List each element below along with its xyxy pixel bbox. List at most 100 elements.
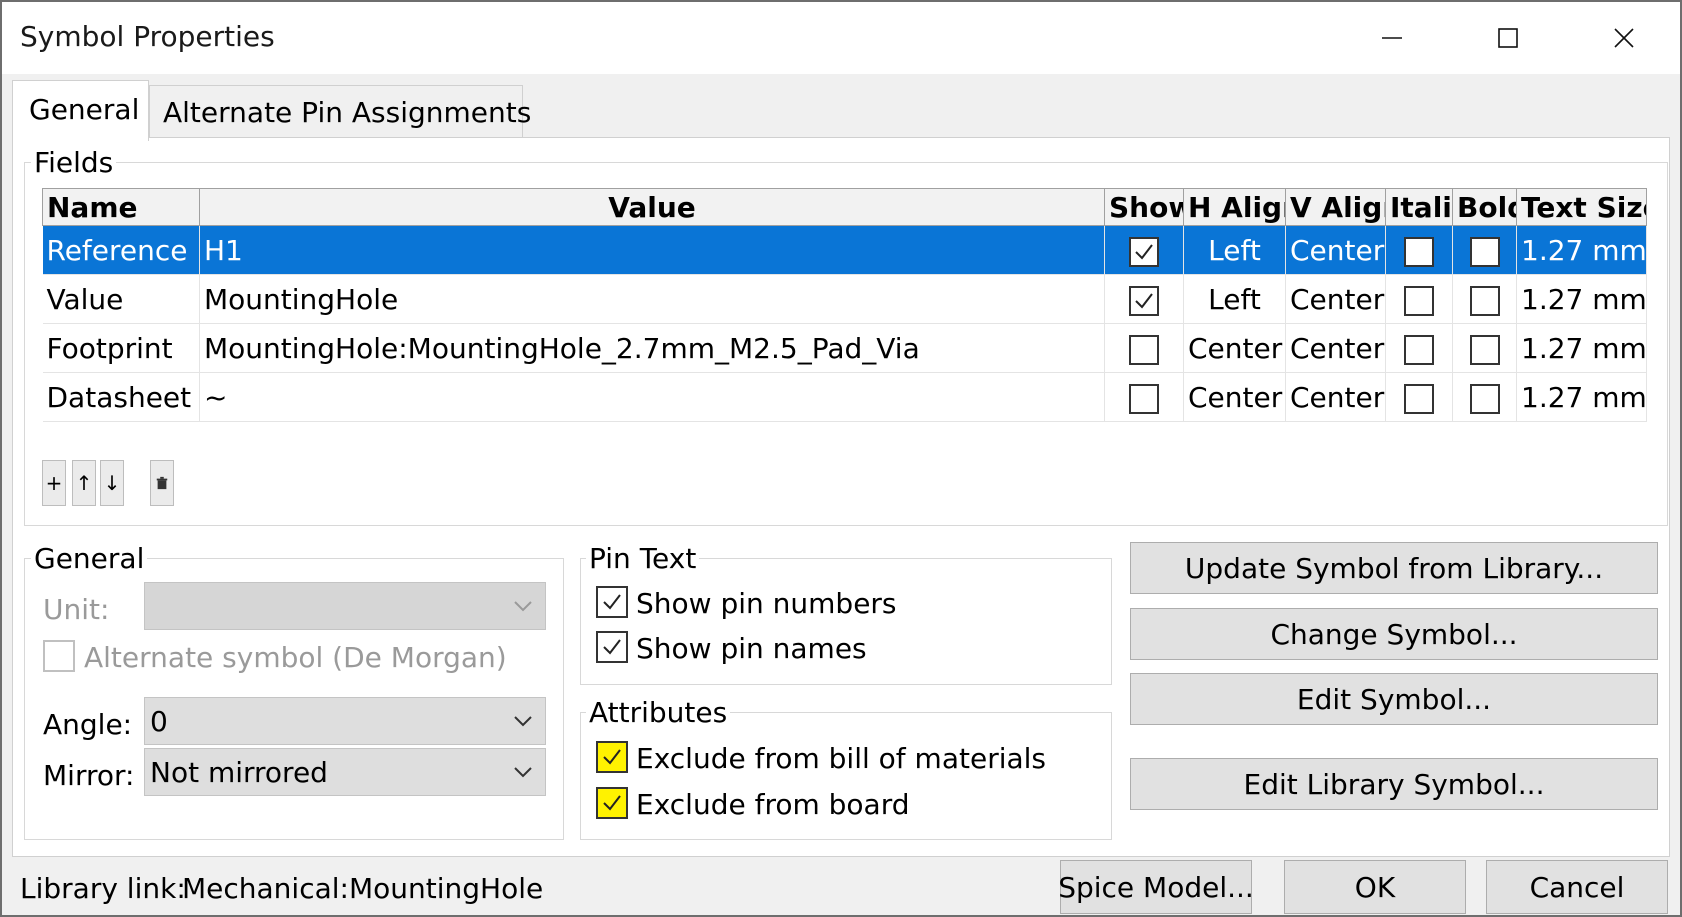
exclude-board-checkbox[interactable] bbox=[596, 787, 628, 819]
minimize-button[interactable] bbox=[1334, 2, 1450, 74]
pin-text-group-label: Pin Text bbox=[586, 542, 700, 575]
text-size-cell[interactable]: 1.27 mm bbox=[1516, 372, 1647, 422]
show-pin-numbers-label: Show pin numbers bbox=[636, 587, 897, 620]
italic-checkbox[interactable] bbox=[1404, 236, 1434, 267]
pin-text-group bbox=[580, 558, 1112, 685]
column-header-name[interactable]: Name bbox=[42, 188, 200, 226]
h-align-cell[interactable]: Left bbox=[1183, 274, 1286, 324]
table-row[interactable]: Datasheet ~ Center Center 1.27 mm bbox=[42, 372, 1647, 422]
field-value-cell[interactable]: H1 bbox=[199, 225, 1105, 275]
bold-checkbox[interactable] bbox=[1469, 236, 1500, 267]
column-header-italic[interactable]: Italic bbox=[1385, 188, 1453, 226]
angle-value: 0 bbox=[150, 705, 168, 738]
checkmark-icon bbox=[603, 594, 621, 610]
bold-checkbox[interactable] bbox=[1469, 334, 1500, 365]
close-button[interactable] bbox=[1566, 2, 1682, 74]
field-value-cell[interactable]: MountingHole:MountingHole_2.7mm_M2.5_Pad… bbox=[199, 323, 1105, 373]
table-row[interactable]: Reference H1 Left Center 1.27 mm bbox=[42, 225, 1647, 275]
column-header-value[interactable]: Value bbox=[199, 188, 1105, 226]
show-cell[interactable] bbox=[1104, 323, 1184, 373]
show-pin-numbers-checkbox[interactable] bbox=[596, 586, 628, 618]
italic-cell[interactable] bbox=[1385, 372, 1453, 422]
text-size-cell[interactable]: 1.27 mm bbox=[1516, 225, 1647, 275]
tab-general-label: General bbox=[29, 93, 140, 126]
text-size-cell[interactable]: 1.27 mm bbox=[1516, 323, 1647, 373]
edit-symbol-button[interactable]: Edit Symbol... bbox=[1130, 673, 1658, 725]
show-cell[interactable] bbox=[1104, 274, 1184, 324]
cancel-button[interactable]: Cancel bbox=[1486, 860, 1668, 914]
move-up-button[interactable]: ↑ bbox=[72, 460, 96, 506]
general-group-label: General bbox=[31, 542, 148, 575]
v-align-cell[interactable]: Center bbox=[1285, 225, 1386, 275]
table-row[interactable]: Footprint MountingHole:MountingHole_2.7m… bbox=[42, 323, 1647, 373]
bold-checkbox[interactable] bbox=[1469, 383, 1500, 414]
symbol-properties-dialog: Symbol Properties General Alternate Pin … bbox=[0, 0, 1682, 917]
show-checkbox[interactable] bbox=[1129, 383, 1159, 414]
mirror-select[interactable]: Not mirrored bbox=[144, 748, 546, 796]
show-cell[interactable] bbox=[1104, 372, 1184, 422]
checkmark-icon bbox=[1135, 243, 1153, 260]
italic-cell[interactable] bbox=[1385, 274, 1453, 324]
h-align-cell[interactable]: Center bbox=[1183, 372, 1286, 422]
italic-checkbox[interactable] bbox=[1404, 285, 1434, 316]
tab-general[interactable]: General bbox=[12, 80, 149, 141]
v-align-cell[interactable]: Center bbox=[1285, 274, 1386, 324]
bold-cell[interactable] bbox=[1452, 372, 1517, 422]
show-checkbox[interactable] bbox=[1129, 334, 1159, 365]
checkmark-icon bbox=[603, 639, 621, 655]
spice-model-button[interactable]: Spice Model... bbox=[1058, 860, 1254, 914]
field-name-cell[interactable]: Footprint bbox=[42, 323, 200, 373]
italic-checkbox[interactable] bbox=[1404, 334, 1434, 365]
maximize-button[interactable] bbox=[1450, 2, 1566, 74]
field-name-cell[interactable]: Datasheet bbox=[42, 372, 200, 422]
italic-cell[interactable] bbox=[1385, 225, 1453, 275]
bold-checkbox[interactable] bbox=[1469, 285, 1500, 316]
angle-select[interactable]: 0 bbox=[144, 697, 546, 745]
column-header-show[interactable]: Show bbox=[1104, 188, 1184, 226]
text-size-cell[interactable]: 1.27 mm bbox=[1516, 274, 1647, 324]
move-down-button[interactable]: ↓ bbox=[100, 460, 124, 506]
tab-alternate-pin-assignments[interactable]: Alternate Pin Assignments bbox=[149, 85, 531, 138]
add-field-button[interactable]: + bbox=[42, 460, 66, 506]
table-row[interactable]: Value MountingHole Left Center 1.27 mm bbox=[42, 274, 1647, 324]
column-header-h-align[interactable]: H Align bbox=[1183, 188, 1286, 226]
show-cell[interactable] bbox=[1104, 225, 1184, 275]
italic-cell[interactable] bbox=[1385, 323, 1453, 373]
field-name-cell[interactable]: Value bbox=[42, 274, 200, 324]
column-header-text-size[interactable]: Text Size bbox=[1516, 188, 1647, 226]
update-symbol-button[interactable]: Update Symbol from Library... bbox=[1130, 542, 1658, 594]
field-name-cell[interactable]: Reference bbox=[42, 225, 200, 275]
mirror-label: Mirror: bbox=[43, 759, 135, 792]
bold-cell[interactable] bbox=[1452, 225, 1517, 275]
library-link-value: Mechanical:MountingHole bbox=[182, 872, 544, 905]
unit-select[interactable] bbox=[144, 582, 546, 630]
window-title: Symbol Properties bbox=[20, 20, 275, 53]
h-align-cell[interactable]: Left bbox=[1183, 225, 1286, 275]
column-header-v-align[interactable]: V Align bbox=[1285, 188, 1386, 226]
mirror-value: Not mirrored bbox=[150, 756, 328, 789]
field-value-cell[interactable]: MountingHole bbox=[199, 274, 1105, 324]
delete-field-button[interactable] bbox=[150, 460, 174, 506]
fields-grid[interactable]: Name Value Show H Align V Align Italic B… bbox=[42, 188, 1647, 422]
change-symbol-button[interactable]: Change Symbol... bbox=[1130, 608, 1658, 660]
field-value-cell[interactable]: ~ bbox=[199, 372, 1105, 422]
v-align-cell[interactable]: Center bbox=[1285, 372, 1386, 422]
v-align-cell[interactable]: Center bbox=[1285, 323, 1386, 373]
bold-cell[interactable] bbox=[1452, 323, 1517, 373]
attributes-group-label: Attributes bbox=[586, 696, 731, 729]
chevron-down-icon bbox=[514, 601, 532, 612]
exclude-bom-checkbox[interactable] bbox=[596, 741, 628, 773]
show-checkbox[interactable] bbox=[1129, 236, 1159, 267]
h-align-cell[interactable]: Center bbox=[1183, 323, 1286, 373]
show-checkbox[interactable] bbox=[1129, 285, 1159, 316]
column-header-bold[interactable]: Bold bbox=[1452, 188, 1517, 226]
ok-button[interactable]: OK bbox=[1284, 860, 1466, 914]
alternate-symbol-checkbox[interactable] bbox=[43, 640, 75, 672]
edit-library-symbol-button[interactable]: Edit Library Symbol... bbox=[1130, 758, 1658, 810]
show-pin-names-checkbox[interactable] bbox=[596, 631, 628, 663]
close-icon bbox=[1614, 28, 1634, 48]
italic-checkbox[interactable] bbox=[1404, 383, 1434, 414]
grid-header-row: Name Value Show H Align V Align Italic B… bbox=[42, 188, 1647, 226]
alternate-symbol-label: Alternate symbol (De Morgan) bbox=[84, 641, 507, 674]
bold-cell[interactable] bbox=[1452, 274, 1517, 324]
